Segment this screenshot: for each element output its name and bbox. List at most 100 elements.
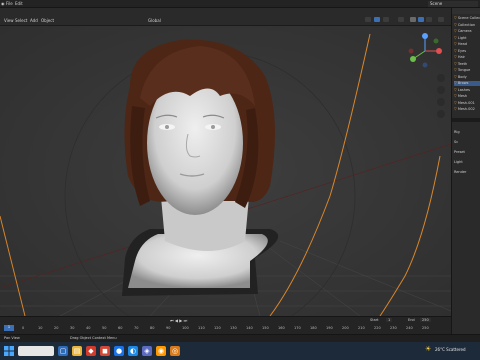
scene-selector[interactable]: Scene: [428, 1, 478, 7]
shading-rendered-icon[interactable]: [426, 17, 432, 22]
visibility-icon[interactable]: [365, 17, 371, 22]
outliner-row-label: Mesh.002: [457, 107, 475, 111]
properties-item[interactable]: Render: [454, 170, 480, 175]
outliner-row-label: Lashes: [457, 87, 470, 92]
properties-item-label: Render: [454, 170, 467, 174]
outliner-row[interactable]: ▽ Mesh.001: [454, 101, 480, 106]
outliner-row[interactable]: ▽ Tongue: [454, 68, 480, 73]
outliner-row[interactable]: ▽ Light: [454, 36, 480, 41]
shading-material-icon[interactable]: [418, 17, 424, 22]
windows-start-icon[interactable]: [4, 346, 14, 356]
outliner-row[interactable]: ▽ Brows: [454, 81, 480, 86]
3d-viewport[interactable]: [0, 26, 451, 316]
shading-solid-icon[interactable]: [410, 17, 416, 22]
start-frame-field[interactable]: 1: [386, 318, 393, 322]
timeline[interactable]: 1 0 10 20 30 40 50 60 70 80 90 100 110 120 130 140 150 1…: [0, 316, 451, 334]
outliner-row[interactable]: ▽ Eyes: [454, 49, 480, 54]
outliner-row-label: Collection: [457, 22, 476, 27]
outliner-row[interactable]: ▽ Body: [454, 75, 480, 80]
timeline-tick-label: 10: [38, 326, 43, 330]
outliner-row-label: Eyes: [457, 48, 467, 53]
timeline-tick-label: 230: [390, 326, 397, 330]
outliner-row[interactable]: ▽ Scene Collection: [454, 16, 480, 21]
timeline-tick-label: 110: [198, 326, 205, 330]
current-frame-indicator[interactable]: 1: [4, 325, 14, 331]
status-bar: Pan View Drag Object Context Menu: [0, 334, 480, 342]
overlay-toggle-icon[interactable]: [383, 17, 389, 22]
properties-item[interactable]: Rig: [454, 130, 480, 135]
camera-view-icon[interactable]: [437, 98, 445, 106]
weather-sun-icon: ☀: [425, 345, 432, 353]
outliner-row[interactable]: ▽ Mesh: [454, 94, 480, 99]
outliner-row-label: Teeth: [457, 61, 468, 66]
right-panel: ▽ Scene Collection ▽ Collection▽ Camera ▽ …: [451, 8, 480, 334]
weather-widget[interactable]: ☀ 26°C Scattered: [425, 345, 480, 357]
timeline-tick-label: 20: [54, 326, 59, 330]
timeline-tick-label: 170: [294, 326, 301, 330]
outliner-row[interactable]: ▽ Mesh.002: [454, 107, 480, 112]
outliner-header: [452, 8, 480, 14]
app-purple-icon[interactable]: ◈: [142, 346, 152, 356]
menu-view[interactable]: View: [4, 18, 14, 23]
outliner-row-label: Light: [457, 35, 467, 40]
outliner-row[interactable]: ▽ Lashes: [454, 88, 480, 93]
timeline-tick-label: 160: [278, 326, 285, 330]
blender-logo-icon[interactable]: ◉: [1, 1, 5, 6]
timeline-tick-label: 180: [310, 326, 317, 330]
timeline-tick-label: 70: [134, 326, 139, 330]
end-frame-field[interactable]: 250: [420, 318, 431, 322]
properties-item-label: Rig: [454, 130, 460, 134]
timeline-tick-label: 50: [102, 326, 107, 330]
scene-label: Scene: [430, 1, 443, 6]
app-orange-icon[interactable]: ◉: [156, 346, 166, 356]
shading-options-icon[interactable]: [438, 17, 444, 22]
properties-item-label: Sc: [454, 140, 459, 144]
outliner-row-label: Mesh: [457, 94, 468, 98]
pan-hand-icon[interactable]: [437, 86, 445, 94]
menu-edit[interactable]: Edit: [15, 1, 23, 6]
menu-file[interactable]: File: [6, 1, 13, 6]
outliner-row-label: Head: [457, 42, 467, 46]
properties-item[interactable]: Light: [454, 160, 480, 165]
navigation-gizmo[interactable]: [405, 31, 445, 71]
menu-object[interactable]: Object: [41, 18, 54, 23]
outliner-row-label: Mesh.001: [457, 100, 475, 105]
taskbar-search-input[interactable]: [18, 346, 54, 356]
edge-browser-icon[interactable]: ◐: [128, 346, 138, 356]
outliner-row[interactable]: ▽ Hair: [454, 55, 480, 60]
outliner-row[interactable]: ▽ Teeth: [454, 62, 480, 67]
task-view-icon[interactable]: ▢: [58, 346, 68, 356]
transform-orientation[interactable]: Global: [148, 18, 161, 23]
properties-item-label: Preset: [454, 150, 465, 154]
timeline-tick-label: 130: [230, 326, 237, 330]
outliner-row[interactable]: ▽ Camera: [454, 29, 480, 34]
outliner-row-label: Scene Collection: [457, 16, 480, 20]
timeline-tick-label: 30: [70, 326, 75, 330]
properties-item[interactable]: Sc: [454, 140, 480, 145]
app-red-icon[interactable]: ◆: [86, 346, 96, 356]
browser-icon[interactable]: ●: [114, 346, 124, 356]
file-explorer-icon[interactable]: ▤: [72, 346, 82, 356]
top-bar: ◉ File Edit Layout Modeling Sculpting UV…: [0, 0, 480, 14]
pdf-app-icon[interactable]: ◼: [100, 346, 110, 356]
xray-toggle-icon[interactable]: [398, 17, 404, 22]
properties-item-label: Light: [454, 160, 463, 164]
timeline-tick-label: 100: [182, 326, 189, 330]
status-center-text: Drag Object Context Menu: [70, 336, 117, 340]
playback-controls[interactable]: ⏮ ◀ ▶ ⏭: [170, 318, 210, 324]
outliner-row[interactable]: ▽ Head: [454, 42, 480, 47]
menu-add[interactable]: Add: [30, 18, 38, 23]
viewport-header: View Select Add Object Global Options: [0, 8, 451, 31]
perspective-toggle-icon[interactable]: [437, 110, 445, 118]
status-left-text: Pan View: [4, 336, 20, 340]
menu-select[interactable]: Select: [15, 18, 27, 23]
properties-item[interactable]: Preset: [454, 150, 480, 155]
weather-text: 26°C Scattered: [435, 347, 466, 352]
gizmo-toggle-icon[interactable]: [374, 17, 380, 22]
outliner-row[interactable]: ▽ Collection: [454, 23, 480, 28]
outliner-row-label: Camera: [457, 29, 472, 33]
timeline-tick-label: 240: [406, 326, 413, 330]
timeline-tick-label: 140: [246, 326, 253, 330]
blender-taskbar-icon[interactable]: ◎: [170, 346, 180, 356]
zoom-icon[interactable]: [437, 74, 445, 82]
